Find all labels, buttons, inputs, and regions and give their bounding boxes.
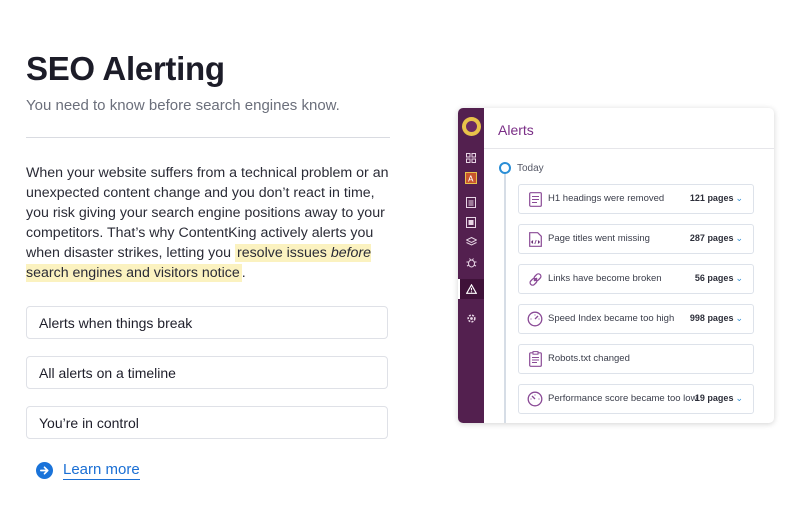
- alerts-title: Alerts: [498, 122, 534, 138]
- speedometer-icon: [527, 391, 543, 407]
- chevron-down-icon: ⌄: [735, 393, 743, 403]
- alert-card[interactable]: Robots.txt changed: [518, 344, 754, 374]
- chevron-down-icon: ⌄: [735, 273, 743, 283]
- alert-count[interactable]: 19 pages ⌄: [695, 393, 743, 404]
- timeline-dot: [499, 162, 511, 174]
- alert-card[interactable]: Page titles went missing 287 pages ⌄: [518, 224, 754, 254]
- alert-label: Performance score became too low: [548, 393, 698, 404]
- dashboard-icon[interactable]: [458, 150, 484, 166]
- feature-label: Alerts when things break: [39, 315, 193, 331]
- feature-label: You’re in control: [39, 415, 139, 431]
- alert-label: Links have become broken: [548, 273, 662, 284]
- feature-label: All alerts on a timeline: [39, 365, 176, 381]
- contentking-logo: [462, 117, 481, 136]
- alert-count-text: 998 pages: [689, 313, 734, 323]
- alerts-main-panel: Alerts Today H1 headings were removed 12…: [484, 108, 774, 423]
- alert-count-text: 121 pages: [689, 193, 734, 203]
- bug-icon[interactable]: [458, 254, 484, 270]
- reports-icon[interactable]: [458, 214, 484, 230]
- header-divider: [484, 148, 774, 149]
- alert-count[interactable]: 998 pages ⌄: [690, 313, 743, 324]
- alert-count-text: 287 pages: [689, 233, 734, 243]
- alert-card[interactable]: Links have become broken 56 pages ⌄: [518, 264, 754, 294]
- chevron-down-icon: ⌄: [735, 193, 743, 203]
- page-title: SEO Alerting: [26, 50, 225, 87]
- pages-icon[interactable]: [458, 194, 484, 210]
- alert-label: Speed Index became too high: [548, 313, 675, 324]
- alerts-nav-icon[interactable]: [458, 279, 484, 299]
- highlight-text-1: resolve issues: [236, 245, 331, 261]
- chevron-down-icon: ⌄: [735, 313, 743, 323]
- alert-label: Robots.txt changed: [548, 353, 630, 364]
- arrow-right-circle-icon: [36, 462, 53, 479]
- speedometer-icon: [527, 311, 543, 327]
- alert-count[interactable]: 287 pages ⌄: [690, 233, 743, 244]
- alert-card[interactable]: H1 headings were removed 121 pages ⌄: [518, 184, 754, 214]
- alert-label: Page titles went missing: [548, 233, 650, 244]
- svg-text:A: A: [468, 175, 474, 184]
- intro-paragraph: When your website suffers from a technic…: [26, 163, 390, 283]
- timeline-section-label: Today: [517, 163, 544, 174]
- highlight-emphasis: before: [330, 245, 372, 261]
- layers-icon[interactable]: [458, 234, 484, 250]
- learn-more-link[interactable]: Learn more: [36, 461, 140, 480]
- page-subtitle: You need to know before search engines k…: [26, 97, 340, 114]
- alert-count-text: 56 pages: [694, 273, 734, 283]
- feature-alerts-timeline[interactable]: All alerts on a timeline: [26, 356, 388, 389]
- alerts-app-window: A Alerts Today H1 headings were removed …: [458, 108, 774, 423]
- learn-more-label: Learn more: [63, 461, 140, 480]
- alert-card[interactable]: Performance score became too low 19 page…: [518, 384, 754, 414]
- divider: [26, 137, 390, 138]
- link-icon: [527, 271, 543, 287]
- clipboard-icon: [527, 351, 543, 367]
- alert-label: H1 headings were removed: [548, 193, 665, 204]
- chevron-down-icon: ⌄: [735, 233, 743, 243]
- feature-alerts-when-break[interactable]: Alerts when things break: [26, 306, 388, 339]
- alert-count[interactable]: 121 pages ⌄: [690, 193, 743, 204]
- alert-card[interactable]: Speed Index became too high 998 pages ⌄: [518, 304, 754, 334]
- alert-count[interactable]: 56 pages ⌄: [695, 273, 743, 284]
- timeline-line: [504, 166, 506, 423]
- intro-end: .: [241, 265, 246, 281]
- app-sidebar: A: [458, 108, 484, 423]
- highlight-text-2: search engines and visitors notice: [26, 265, 240, 281]
- feature-in-control[interactable]: You’re in control: [26, 406, 388, 439]
- document-icon: [527, 191, 543, 207]
- alert-count-text: 19 pages: [694, 393, 734, 403]
- issues-icon[interactable]: A: [458, 170, 484, 186]
- settings-icon[interactable]: [458, 310, 484, 326]
- code-page-icon: [527, 231, 543, 247]
